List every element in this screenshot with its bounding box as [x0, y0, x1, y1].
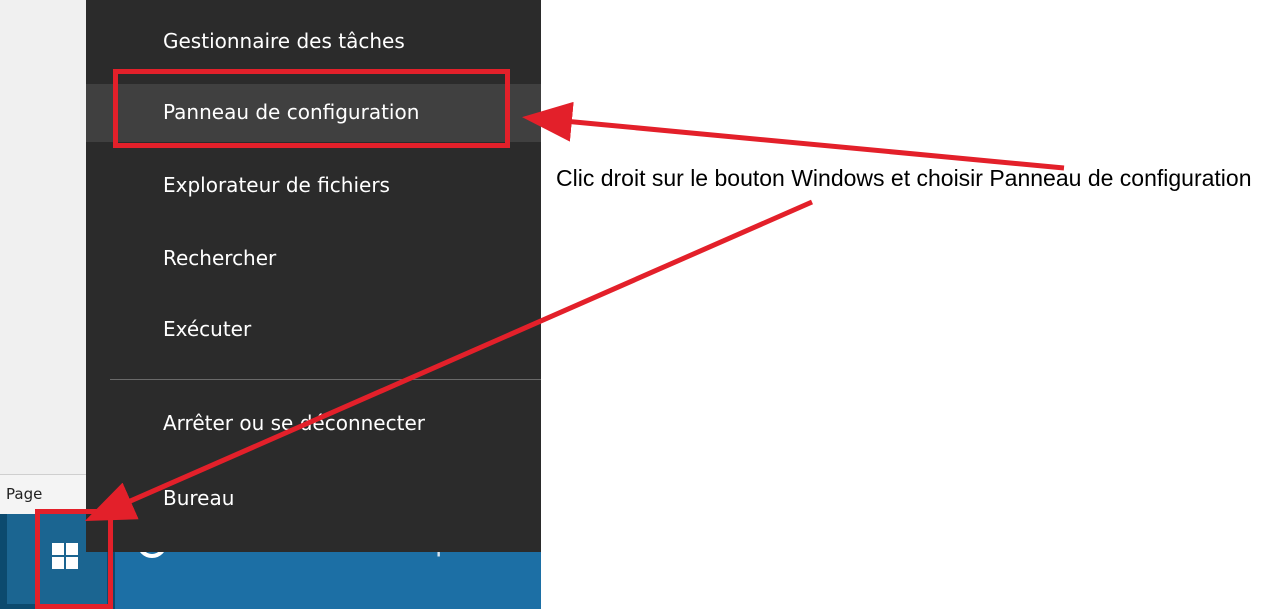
arrow-to-control-panel — [522, 101, 1065, 171]
arrow-to-start-button — [84, 199, 814, 522]
annotation-arrows — [84, 101, 1065, 522]
